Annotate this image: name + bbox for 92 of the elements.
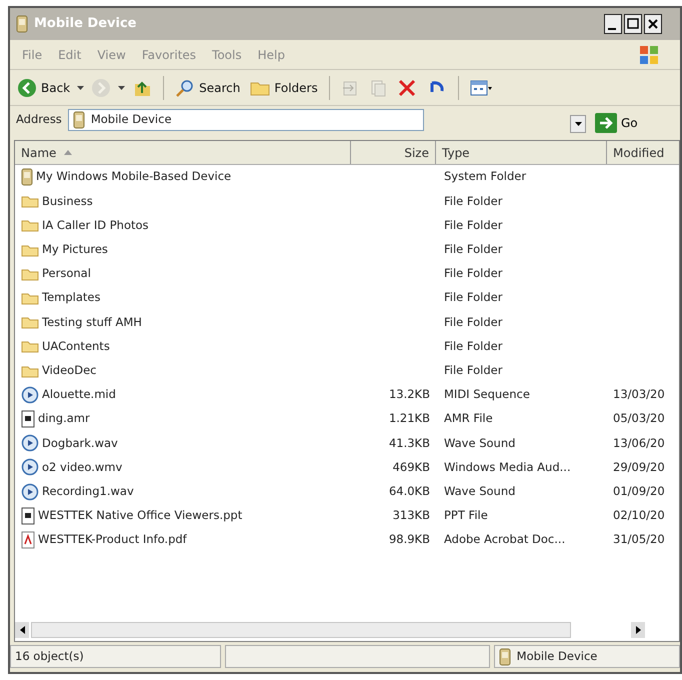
dropdown-caret-icon [118,86,126,90]
folders-button[interactable]: Folders [247,76,321,98]
maximize-icon [624,14,642,34]
folder-icon [21,364,39,378]
media-file-icon [21,482,39,501]
media-file-icon [21,458,39,476]
device-icon [72,111,85,129]
modified-date: 29/09/20 [613,460,665,474]
file-name[interactable]: Recording1.wav [42,482,134,500]
file-name[interactable]: Business [42,192,93,210]
column-header[interactable]: Name [15,141,351,164]
flag-icon [638,44,660,66]
file-type: Wave Sound [444,436,516,450]
folder-icon [21,194,39,208]
modified-date: 01/09/20 [613,484,665,498]
address-field[interactable]: Mobile Device [68,109,424,131]
file-type: AMR File [444,411,493,426]
right-arrow-icon [636,626,640,634]
left-arrow-icon [20,626,24,634]
file-name[interactable]: My Windows Mobile-Based Device [36,168,232,186]
file-size: 13.2KB [388,387,430,402]
back-button[interactable]: Back [14,76,74,100]
file-type: File Folder [444,290,502,304]
minimize-icon [604,14,622,34]
file-size: 64.0KB [388,484,430,498]
modified-date: 05/03/20 [613,411,665,426]
scrollbar-thumb[interactable] [31,622,571,638]
file-name[interactable]: My Pictures [42,241,108,258]
file-type: System Folder [444,169,526,184]
status-text: 16 object(s) [15,648,84,665]
file-size: 469KB [392,460,430,474]
window-title: Mobile Device [34,15,136,34]
back-icon [17,78,37,98]
pdf-document-icon [21,530,35,549]
search-button[interactable]: Search [172,76,244,100]
file-type: PPT File [444,508,488,522]
file-name[interactable]: Personal [42,265,91,282]
scroll-right-button[interactable] [631,622,645,638]
file-type: File Folder [444,338,502,353]
close-icon [644,14,662,34]
file-type: MIDI Sequence [444,387,530,402]
dropdown-caret-icon [77,86,84,90]
folder-icon [21,266,39,281]
column-header[interactable]: Modified [607,141,680,164]
file-name[interactable]: o2 video.wmv [42,458,122,476]
device-icon [498,648,511,666]
file-name[interactable]: Testing stuff AMH [42,314,142,331]
file-type: File Folder [444,314,502,329]
status-zone: Mobile Device [516,648,598,665]
document-icon [21,410,35,428]
file-size: 313KB [392,508,430,522]
file-name[interactable]: WESTTEK-Product Info.pdf [38,531,187,549]
media-file-icon [21,434,39,452]
file-type: File Folder [444,362,502,377]
search-icon [175,78,196,98]
document-icon [21,506,35,525]
device-icon [16,15,28,33]
file-type: File Folder [444,194,502,208]
file-type: File Folder [444,218,502,232]
file-size: 41.3KB [388,436,430,450]
scroll-left-button[interactable] [15,622,29,638]
folder-icon [21,315,39,330]
file-type: Wave Sound [444,484,516,498]
modified-date: 02/10/20 [613,508,665,522]
file-name[interactable]: Templates [42,289,100,307]
address-label: Address [16,111,62,128]
file-type: Adobe Acrobat Doc... [444,532,566,546]
folder-icon [21,218,39,232]
file-size: 98.9KB [388,532,430,546]
modified-date: 13/03/20 [613,387,665,402]
dropdown-button[interactable] [570,115,586,133]
media-file-icon [21,386,39,404]
column-header[interactable]: Type [436,141,607,164]
file-name[interactable]: Dogbark.wav [42,434,118,452]
folder-icon [21,339,39,354]
file-name[interactable]: ding.amr [38,410,90,428]
file-name[interactable]: UAContents [42,338,110,356]
caret-icon [574,122,582,126]
file-type: File Folder [444,266,502,280]
file-type: Windows Media Aud... [444,460,571,474]
folder-icon [21,242,39,257]
folder-icon [21,291,39,306]
file-name[interactable]: Alouette.mid [42,386,116,404]
file-size: 1.21KB [388,411,430,426]
file-type: File Folder [444,242,502,256]
file-name[interactable]: IA Caller ID Photos [42,216,149,234]
file-name[interactable]: VideoDec [42,362,96,380]
modified-date: 31/05/20 [613,532,665,546]
modified-date: 13/06/20 [613,436,665,450]
device-icon [21,168,33,186]
file-name[interactable]: WESTTEK Native Office Viewers.ppt [38,507,242,524]
column-header[interactable]: Size [351,141,436,164]
